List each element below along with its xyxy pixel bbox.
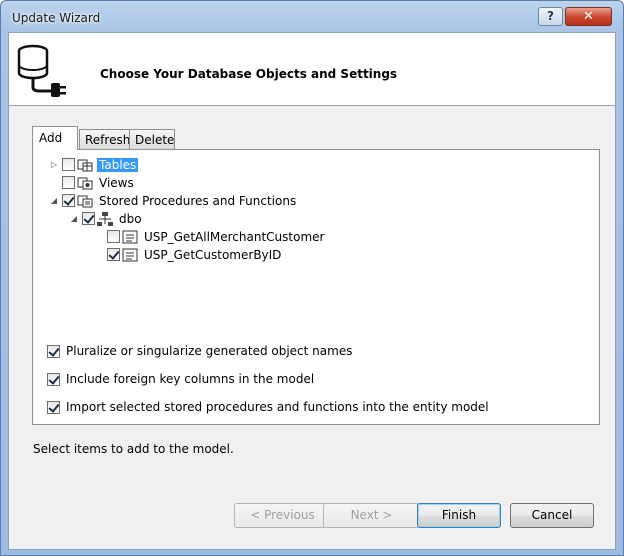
- page-title: Choose Your Database Objects and Setting…: [100, 67, 398, 81]
- title-bar[interactable]: Update Wizard ? ✕: [1, 1, 623, 33]
- close-button[interactable]: ✕: [565, 7, 612, 26]
- view-folder-icon: [77, 177, 93, 189]
- views-label[interactable]: Views: [97, 176, 136, 190]
- finish-button[interactable]: Finish: [417, 503, 501, 528]
- previous-button[interactable]: < Previous: [234, 503, 331, 528]
- import-procedures-checkbox[interactable]: [47, 400, 60, 414]
- tab-refresh[interactable]: Refresh: [79, 129, 130, 149]
- usp-getallmerchantcustomer-label[interactable]: USP_GetAllMerchantCustomer: [142, 230, 326, 244]
- collapse-arrow-icon[interactable]: ◢: [69, 214, 79, 224]
- database-connection-icon: [17, 44, 66, 97]
- window-title: Update Wizard: [12, 11, 101, 25]
- table-folder-icon: [77, 159, 93, 171]
- procedure-folder-icon: [77, 195, 93, 207]
- pluralize-checkbox[interactable]: [47, 344, 60, 358]
- import-procedures-label[interactable]: Import selected stored procedures and fu…: [66, 400, 489, 414]
- collapse-arrow-icon[interactable]: ◢: [49, 196, 59, 206]
- dbo-checkbox[interactable]: [82, 212, 95, 225]
- foreign-keys-checkbox[interactable]: [47, 372, 60, 386]
- views-checkbox[interactable]: [62, 176, 75, 189]
- status-message: Select items to add to the model.: [33, 442, 234, 456]
- tree-node-views[interactable]: Views: [62, 174, 136, 191]
- import-procedures-option[interactable]: Import selected stored procedures and fu…: [47, 400, 489, 414]
- wizard-client-area: Choose Your Database Objects and Setting…: [8, 32, 616, 550]
- help-button[interactable]: ?: [538, 7, 563, 26]
- stored-procedures-checkbox[interactable]: [62, 194, 75, 207]
- stored-procedure-icon: [122, 248, 138, 261]
- usp-getcustomerbyid-checkbox[interactable]: [107, 248, 120, 261]
- tab-add[interactable]: Add: [32, 126, 78, 150]
- cancel-button[interactable]: Cancel: [510, 503, 594, 528]
- tree-node-usp-getcustomerbyid[interactable]: USP_GetCustomerByID: [107, 246, 283, 263]
- next-button[interactable]: Next >: [323, 503, 420, 528]
- tree-node-dbo[interactable]: ◢ dbo: [69, 210, 144, 227]
- pluralize-label[interactable]: Pluralize or singularize generated objec…: [66, 344, 352, 358]
- tables-label[interactable]: Tables: [97, 157, 139, 172]
- expand-arrow-icon[interactable]: ▷: [49, 160, 59, 170]
- tree-node-stored-procedures[interactable]: ◢ Stored Procedures and Functions: [49, 192, 298, 209]
- usp-getallmerchantcustomer-checkbox[interactable]: [107, 230, 120, 243]
- wizard-header: Choose Your Database Objects and Setting…: [9, 33, 615, 106]
- schema-icon: [97, 211, 113, 226]
- tab-delete[interactable]: Delete: [129, 129, 175, 149]
- tree-node-tables[interactable]: ▷ Tables: [49, 156, 139, 173]
- foreign-keys-option[interactable]: Include foreign key columns in the model: [47, 372, 314, 386]
- stored-procedures-label[interactable]: Stored Procedures and Functions: [97, 194, 298, 208]
- tab-strip: Add Refresh Delete: [32, 126, 612, 150]
- dbo-label[interactable]: dbo: [117, 212, 144, 226]
- stored-procedure-icon: [122, 230, 138, 243]
- tree-node-usp-getallmerchantcustomer[interactable]: USP_GetAllMerchantCustomer: [107, 228, 326, 245]
- add-tab-panel: ▷ Tables Views ◢ Stored Procedures and F…: [32, 149, 600, 425]
- usp-getcustomerbyid-label[interactable]: USP_GetCustomerByID: [142, 248, 283, 262]
- pluralize-option[interactable]: Pluralize or singularize generated objec…: [47, 344, 352, 358]
- tables-checkbox[interactable]: [62, 158, 75, 171]
- foreign-keys-label[interactable]: Include foreign key columns in the model: [66, 372, 314, 386]
- update-wizard-window: Update Wizard ? ✕ Choose Your Database O…: [0, 0, 624, 556]
